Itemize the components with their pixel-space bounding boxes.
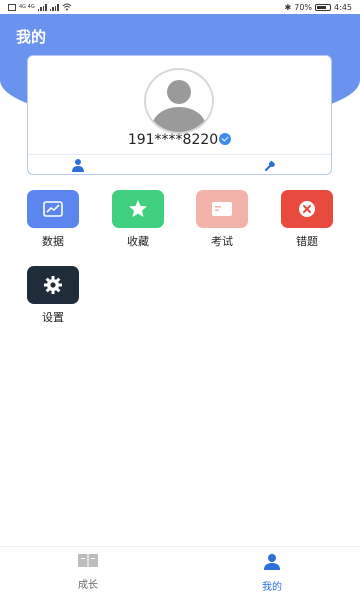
avatar[interactable] xyxy=(144,68,214,134)
nav-label-growth: 成长 xyxy=(78,580,98,591)
feature-data-tile[interactable] xyxy=(27,190,79,228)
gear-icon xyxy=(44,276,62,294)
feature-settings-tile[interactable] xyxy=(27,266,79,304)
card-divider xyxy=(28,154,331,155)
chart-icon xyxy=(43,201,63,217)
nav-item-mine[interactable]: 我的 xyxy=(242,553,302,593)
profile-card[interactable]: 191****8220 xyxy=(27,55,332,175)
feature-settings[interactable]: 设置 xyxy=(27,266,79,325)
feature-exam[interactable]: 考试 xyxy=(196,190,248,249)
feature-data[interactable]: 数据 xyxy=(27,190,79,249)
status-bar: 4G 4G ✱ 70% 4:45 xyxy=(0,0,360,14)
phone-number: 191****8220 xyxy=(127,132,219,148)
page-title: 我的 xyxy=(16,28,47,46)
signal-2-icon xyxy=(49,3,59,11)
feature-exam-tile[interactable] xyxy=(196,190,248,228)
nav-item-growth[interactable]: 成长 xyxy=(58,553,118,591)
user-info-icon[interactable] xyxy=(72,159,84,172)
status-left: 4G 4G xyxy=(8,3,72,11)
verified-icon xyxy=(219,133,232,145)
feature-settings-label: 设置 xyxy=(42,311,64,324)
phone-row: 191****8220 xyxy=(28,132,331,148)
book-icon xyxy=(78,554,98,567)
battery-icon xyxy=(315,3,332,11)
clock: 4:45 xyxy=(334,2,352,12)
feature-favorites[interactable]: 收藏 xyxy=(112,190,164,249)
feature-mistakes[interactable]: 错题 xyxy=(281,190,333,249)
wifi-icon xyxy=(62,3,72,11)
close-circle-icon xyxy=(299,201,315,217)
bluetooth-icon: ✱ xyxy=(284,2,292,12)
battery-percent: 70% xyxy=(294,2,313,12)
signal-icon xyxy=(37,3,47,11)
wrench-icon[interactable] xyxy=(264,158,278,172)
nav-label-mine: 我的 xyxy=(262,582,282,593)
feature-favorites-tile[interactable] xyxy=(112,190,164,228)
star-icon xyxy=(129,200,147,217)
feature-mistakes-tile[interactable] xyxy=(281,190,333,228)
avatar-body xyxy=(152,107,206,132)
feature-data-label: 数据 xyxy=(42,235,64,248)
person-icon xyxy=(264,554,280,570)
status-right: ✱ 70% 4:45 xyxy=(285,3,352,12)
bottom-nav: 成长 我的 xyxy=(0,546,360,601)
sim-icon xyxy=(8,3,16,11)
feature-mistakes-label: 错题 xyxy=(296,235,318,248)
feature-favorites-label: 收藏 xyxy=(127,235,149,248)
exam-card-icon xyxy=(212,202,232,216)
avatar-head xyxy=(167,80,191,104)
feature-exam-label: 考试 xyxy=(211,235,233,248)
signal-text: 4G 4G xyxy=(19,4,35,10)
